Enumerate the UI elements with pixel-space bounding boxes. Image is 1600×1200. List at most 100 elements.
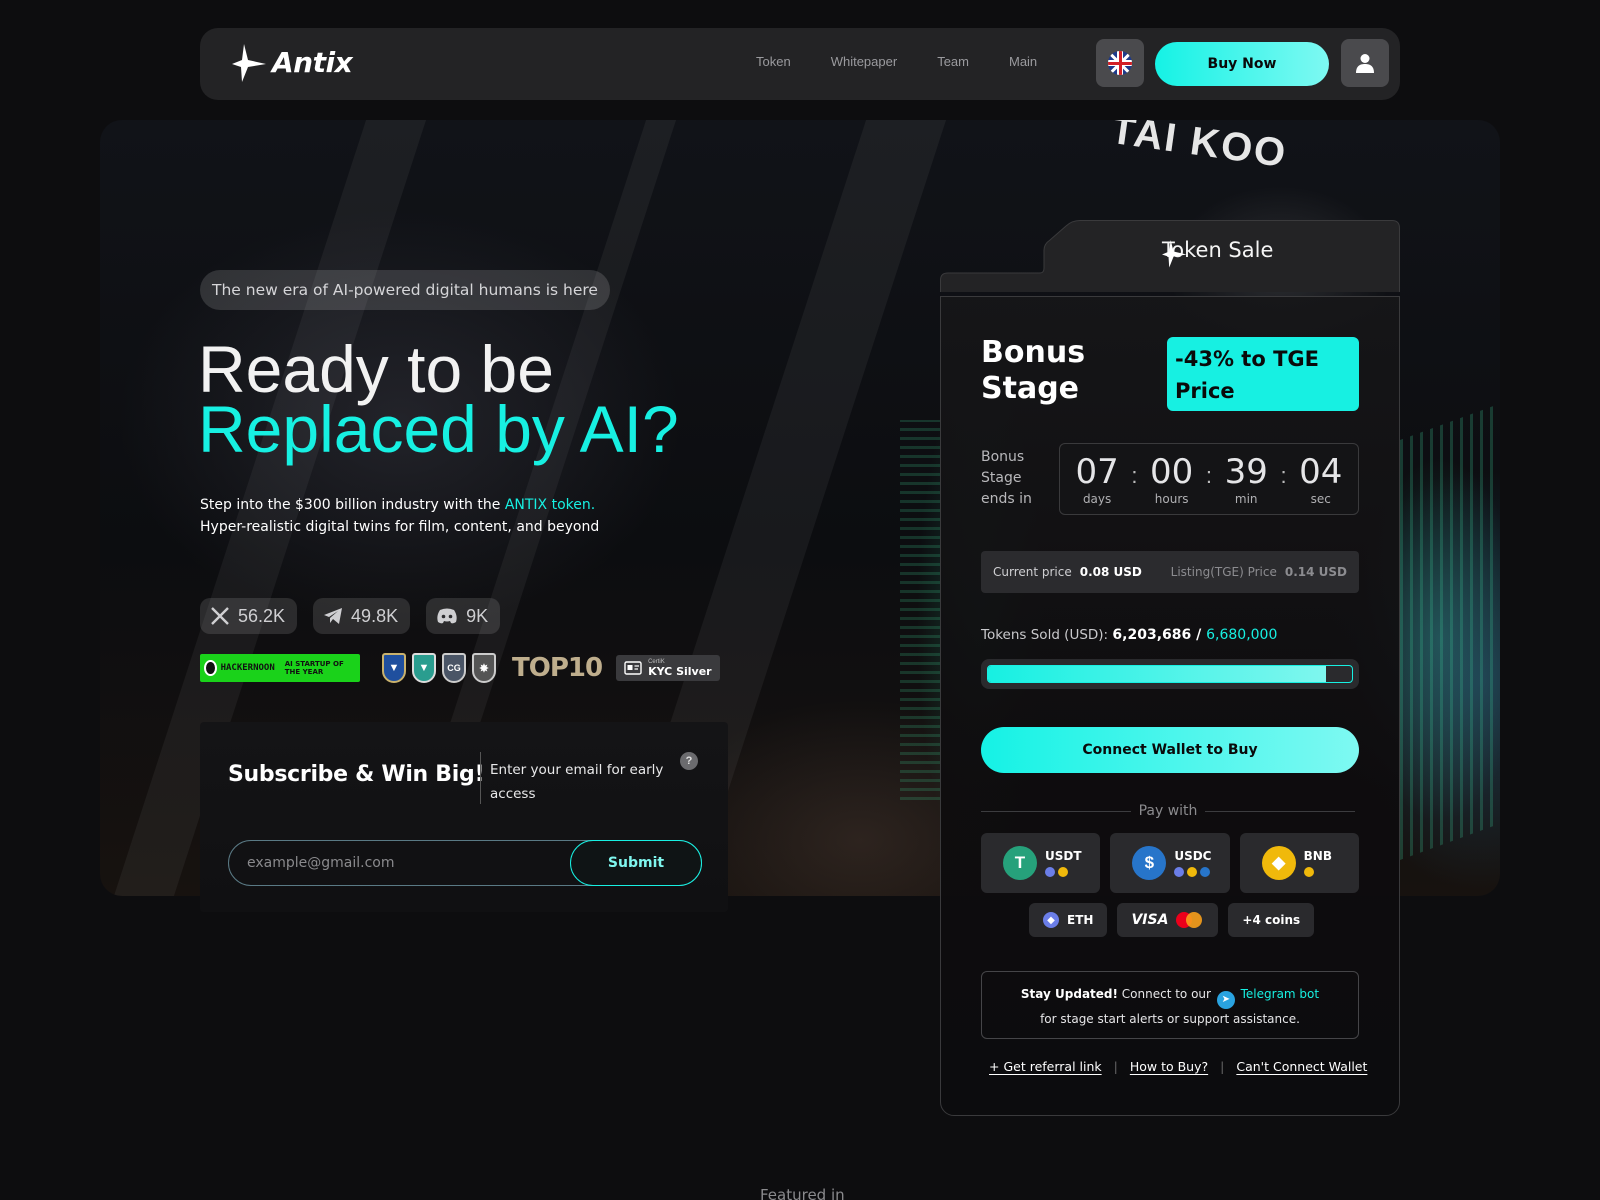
coin-bnb[interactable]: ◆ BNB [1239,833,1359,893]
nav-team[interactable]: Team [937,54,969,69]
telegram-member-count: 49.8K [351,605,399,626]
kyc-silver-label: KYC Silver [648,664,712,678]
price-row: Current price 0.08 USD Listing(TGE) Price… [981,551,1359,593]
countdown-sec: 04 sec [1293,452,1349,506]
language-selector[interactable] [1096,39,1144,87]
featured-in-heading: Featured in [760,1186,845,1200]
uk-flag-icon [1108,51,1132,75]
coin-name: USDT [1045,849,1082,863]
email-form: Submit [228,840,702,886]
shield-icon: ▼ [412,653,436,683]
countdown-days-value: 07 [1075,452,1119,492]
payment-coins: T USDT $ USDC ◆ BNB [981,833,1359,893]
sale-progress-bar [981,659,1359,689]
logo[interactable]: Antix [232,42,353,82]
email-input[interactable] [247,841,547,885]
hackernoon-logo-icon [204,660,217,676]
shield-icon: ▼ [382,653,406,683]
building-lights [1400,399,1500,861]
hackernoon-label: HACKERNOON [220,663,275,673]
eth-icon: ◆ [1043,912,1059,928]
separator: | [1220,1059,1225,1074]
help-links: + Get referral link | How to Buy? | Can'… [989,1059,1367,1074]
social-stats: 56.2K 49.8K 9K [200,598,501,634]
security-shields: ▼ ▼ CG ✸ [382,653,496,683]
telegram-bot-link[interactable]: Telegram bot [1241,987,1319,1001]
listing-price-value: 0.14 USD [1284,565,1347,579]
network-icons [1303,867,1332,877]
connect-wallet-button[interactable]: Connect Wallet to Buy [981,727,1359,773]
referral-link[interactable]: + Get referral link [989,1059,1102,1074]
tokens-sold-label: Tokens Sold (USD): [981,627,1109,643]
telegram-social-link[interactable]: 49.8K [313,598,411,634]
stage-title-line1: Bonus [981,335,1086,370]
antix-token-link[interactable]: ANTIX token. [505,497,595,513]
discord-social-link[interactable]: 9K [426,598,501,634]
card-payment[interactable]: VISA [1117,903,1219,937]
separator: | [1113,1059,1118,1074]
countdown-sec-label: sec [1310,492,1331,506]
header: Antix Token Whitepaper Team Main Buy Now [200,28,1400,100]
telegram-icon [324,608,343,624]
countdown-sec-value: 04 [1299,452,1343,492]
network-icons [1174,867,1211,877]
stage-title-line2: Stage [981,371,1080,406]
stage-ends-label: Bonus Stage ends in [981,449,1032,507]
tokens-sold-value: 6,203,686 [1112,627,1192,643]
nav-token[interactable]: Token [756,54,791,69]
buy-now-button[interactable]: Buy Now [1155,42,1329,86]
progress-fill [988,666,1327,682]
certik-kyc-badge: CertiK KYC Silver [616,655,720,681]
coin-eth[interactable]: ◆ ETH [1029,903,1108,937]
coin-usdt[interactable]: T USDT [981,833,1101,893]
x-icon [211,607,229,625]
top10-badge: TOP10 [512,653,603,683]
progress-track [987,665,1353,683]
star-icon [1162,240,1187,268]
usdt-icon: T [1003,846,1037,880]
hero-subtitle-text: Step into the $300 billion industry with… [200,497,505,513]
more-payment-options: ◆ ETH VISA +4 coins [1029,903,1315,937]
notice-title: Stay Updated! [1020,987,1118,1001]
bnb-network-icon [1303,867,1314,877]
stage-title: Bonus Stage [981,335,1085,407]
divider [1205,811,1355,812]
discord-icon [437,608,457,624]
how-to-buy-link[interactable]: How to Buy? [1130,1059,1208,1074]
cant-connect-wallet-link[interactable]: Can't Connect Wallet [1236,1059,1367,1074]
countdown-min-value: 39 [1224,452,1268,492]
discord-member-count: 9K [466,605,489,626]
token-sale-panel: Bonus Stage -43% to TGE Price Bonus Stag… [940,296,1400,1116]
shield-icon: CG [442,653,466,683]
hero-tagline: The new era of AI-powered digital humans… [200,270,610,310]
more-coins-button[interactable]: +4 coins [1228,903,1315,937]
usdc-icon: $ [1132,846,1167,880]
countdown-min-label: min [1234,492,1258,506]
user-icon [1356,54,1374,73]
nav-whitepaper[interactable]: Whitepaper [831,54,897,69]
tokens-sold: Tokens Sold (USD): 6,203,686 / 6,680,000 [981,627,1277,643]
coin-usdc[interactable]: $ USDC [1110,833,1230,893]
id-card-icon [624,661,642,675]
building-lights [900,420,940,800]
coin-name: BNB [1303,849,1332,863]
base-network-icon [1200,867,1211,877]
hackernoon-badge: HACKERNOON AI STARTUP OF THE YEAR [200,654,360,682]
telegram-notice: Stay Updated! Connect to our ➤ Telegram … [981,971,1359,1039]
nav-main[interactable]: Main [1009,54,1037,69]
separator: : [1205,463,1213,488]
submit-button[interactable]: Submit [570,840,702,886]
subscribe-description: Enter your email for early access [490,762,664,802]
separator: : [1131,463,1138,488]
countdown-hours: 00 hours [1144,452,1200,506]
eth-network-icon [1174,867,1185,877]
token-sale-tab: Token Sale [940,220,1400,292]
main-nav: Token Whitepaper Team Main [756,54,1037,69]
x-follower-count: 56.2K [238,605,286,626]
logo-text: Antix [272,45,353,79]
account-button[interactable] [1341,39,1389,87]
help-icon[interactable]: ? [680,752,698,770]
subscribe-title: Subscribe & Win Big! [228,762,485,787]
tokens-sold-goal: 6,680,000 [1206,627,1278,643]
x-social-link[interactable]: 56.2K [200,598,298,634]
